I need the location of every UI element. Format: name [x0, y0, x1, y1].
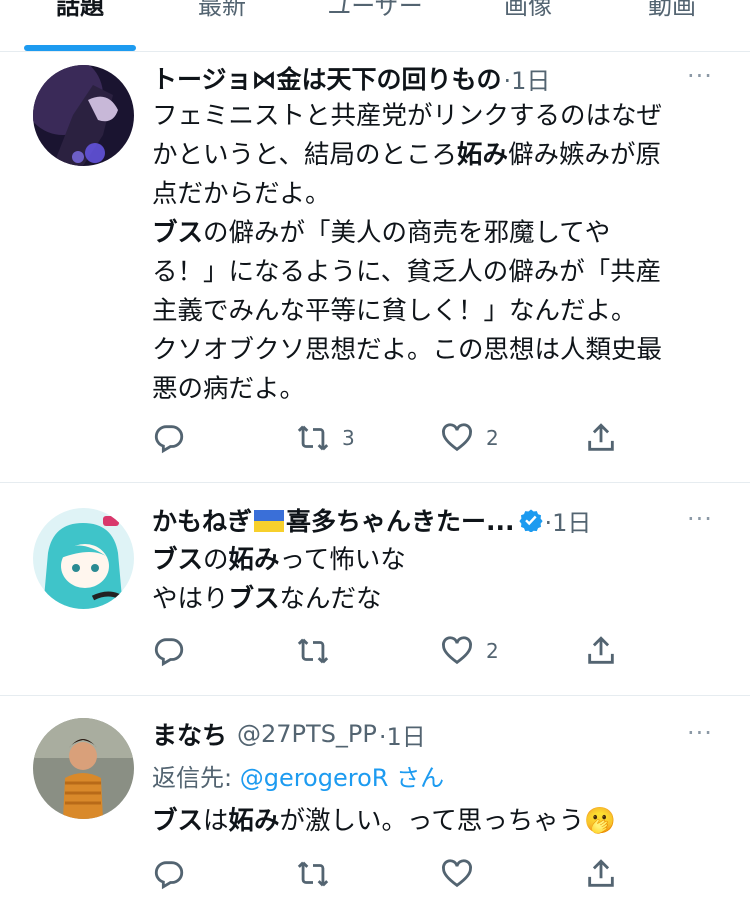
highlighted-term: ブス [152, 218, 204, 248]
reply-icon [154, 638, 184, 667]
like-icon [442, 859, 472, 888]
like-button[interactable] [440, 856, 486, 892]
like-button[interactable]: 2 [440, 420, 499, 456]
tweet-actions [152, 856, 632, 892]
text-run: かというと、結局のところ [152, 140, 457, 170]
tweet-text-line: かというと、結局のところ妬み僻み嫉みが原 [152, 136, 722, 175]
text-run: フェミニストと共産党がリンクするのはなぜ [152, 101, 663, 131]
like-icon [442, 636, 472, 665]
reply-button[interactable] [152, 633, 186, 669]
tab-trending[interactable]: 話題 [24, 0, 136, 26]
tweet-text-line: フェミニストと共産党がリンクするのはなぜ [152, 97, 722, 136]
like-count: 2 [486, 639, 499, 663]
tweet-actions: 3 2 [152, 420, 632, 456]
reply-mention-link[interactable]: @gerogeroR [240, 764, 389, 792]
text-run: 僻み嫉みが原 [508, 140, 662, 170]
tweet[interactable]: トージョ⋈金は天下の回りもの ·1日 ··· フェミニストと共産党がリンクするの… [0, 52, 750, 483]
tweet-text: フェミニストと共産党がリンクするのはなぜ かというと、結局のところ妬み僻み嫉みが原… [152, 97, 722, 409]
tweet-actions: 2 [152, 633, 632, 669]
display-name[interactable]: まなち [152, 716, 227, 752]
reply-suffix: さん [396, 764, 445, 792]
ukraine-flag-icon [254, 510, 285, 532]
timestamp[interactable]: ·1日 [379, 717, 426, 752]
reply-button[interactable] [152, 420, 186, 456]
retweet-icon [297, 861, 329, 887]
tweet-text-line: 主義でみんな平等に貧しく！」なんだよ。 [152, 292, 722, 331]
text-run: 主義でみんな平等に貧しく！」なんだよ。 [152, 296, 637, 326]
tweet-text-line: 点だからだよ。 [152, 175, 722, 214]
text-run: は [203, 806, 229, 836]
text-run: なんだな [279, 584, 382, 614]
text-run: る！」になるように、貧乏人の僻みが「共産 [152, 257, 662, 287]
tab-users[interactable]: ユーザー [305, 0, 445, 26]
more-icon[interactable]: ··· [680, 505, 720, 535]
share-icon [588, 636, 614, 664]
highlighted-term: ブス [152, 545, 204, 575]
share-icon [588, 859, 614, 887]
reply-prefix: 返信先: [152, 764, 240, 792]
tweet-text-line: る！」になるように、貧乏人の僻みが「共産 [152, 253, 722, 292]
retweet-count: 3 [342, 426, 355, 450]
verified-icon [518, 509, 543, 532]
text-run: やはり [152, 584, 229, 614]
tweet-header: トージョ⋈金は天下の回りもの ·1日 [152, 58, 710, 98]
tweet-text-line: クソオブクソ思想だよ。この思想は人類史最 [152, 331, 722, 370]
share-button[interactable] [584, 633, 618, 669]
retweet-button[interactable]: 3 [296, 420, 355, 456]
tweet-header: かもねぎ 喜多ちゃんきたー... ·1日 [152, 500, 710, 540]
like-icon [442, 423, 472, 452]
highlighted-term: 妬み [456, 140, 508, 170]
share-icon [588, 423, 614, 451]
text-run: 🫢 [584, 806, 617, 836]
reply-icon [154, 861, 184, 890]
like-button[interactable]: 2 [440, 633, 499, 669]
tweet-text-line: ブスの僻みが「美人の商売を邪魔してや [152, 214, 722, 253]
more-icon[interactable]: ··· [680, 62, 720, 92]
retweet-icon [297, 638, 329, 664]
avatar[interactable] [33, 65, 134, 166]
text-run: の [203, 545, 229, 575]
tab-videos[interactable]: 動画 [622, 0, 722, 26]
text-run: の僻みが「美人の商売を邪魔してや [203, 218, 611, 248]
active-tab-indicator [24, 45, 136, 51]
tweet[interactable]: まなち @27PTS_PP ·1日 ··· 返信先: @gerogeroR さん… [0, 696, 750, 917]
avatar[interactable] [33, 508, 134, 609]
highlighted-term: 妬み [228, 545, 280, 575]
tweet-text-line: やはりブスなんだな [152, 580, 722, 619]
tweet-text-line: 悪の病だよ。 [152, 370, 722, 409]
timestamp[interactable]: ·1日 [504, 61, 551, 96]
reply-context: 返信先: @gerogeroR さん [152, 758, 444, 793]
user-handle[interactable]: @27PTS_PP [237, 720, 377, 748]
text-run: が激しい。って思っちゃう [279, 806, 585, 836]
tweet-text-line: ブスは妬みが激しい。って思っちゃう🫢 [152, 802, 722, 841]
tweet-text-line: ブスの妬みって怖いな [152, 541, 722, 580]
share-button[interactable] [584, 856, 618, 892]
tweet-text: ブスの妬みって怖いな やはりブスなんだな [152, 541, 722, 619]
text-run: クソオブクソ思想だよ。この思想は人類史最 [152, 335, 663, 365]
retweet-button[interactable] [296, 633, 342, 669]
like-count: 2 [486, 426, 499, 450]
display-name[interactable]: トージョ⋈金は天下の回りもの [152, 60, 502, 96]
search-tabs: 話題 最新 ユーザー 画像 動画 [0, 0, 750, 52]
text-run: って怖いな [279, 545, 406, 575]
tweet-header: まなち @27PTS_PP ·1日 [152, 714, 710, 754]
text-run: 点だからだよ。 [152, 179, 331, 209]
display-name[interactable]: かもねぎ 喜多ちゃんきたー... [152, 502, 515, 538]
reply-button[interactable] [152, 856, 186, 892]
highlighted-term: ブス [228, 584, 280, 614]
reply-icon [154, 425, 184, 454]
tab-images[interactable]: 画像 [478, 0, 578, 26]
highlighted-term: 妬み [228, 806, 280, 836]
avatar[interactable] [33, 718, 134, 819]
highlighted-term: ブス [152, 806, 204, 836]
text-run: 悪の病だよ。 [152, 374, 306, 404]
tab-latest[interactable]: 最新 [172, 0, 272, 26]
more-icon[interactable]: ··· [680, 719, 720, 749]
tweet-text: ブスは妬みが激しい。って思っちゃう🫢 [152, 802, 722, 841]
timestamp[interactable]: ·1日 [545, 503, 592, 538]
retweet-button[interactable] [296, 856, 342, 892]
share-button[interactable] [584, 420, 618, 456]
retweet-icon [297, 425, 329, 451]
tweet[interactable]: かもねぎ 喜多ちゃんきたー... ·1日 ··· ブスの妬みって怖いな やはりブスな… [0, 483, 750, 696]
